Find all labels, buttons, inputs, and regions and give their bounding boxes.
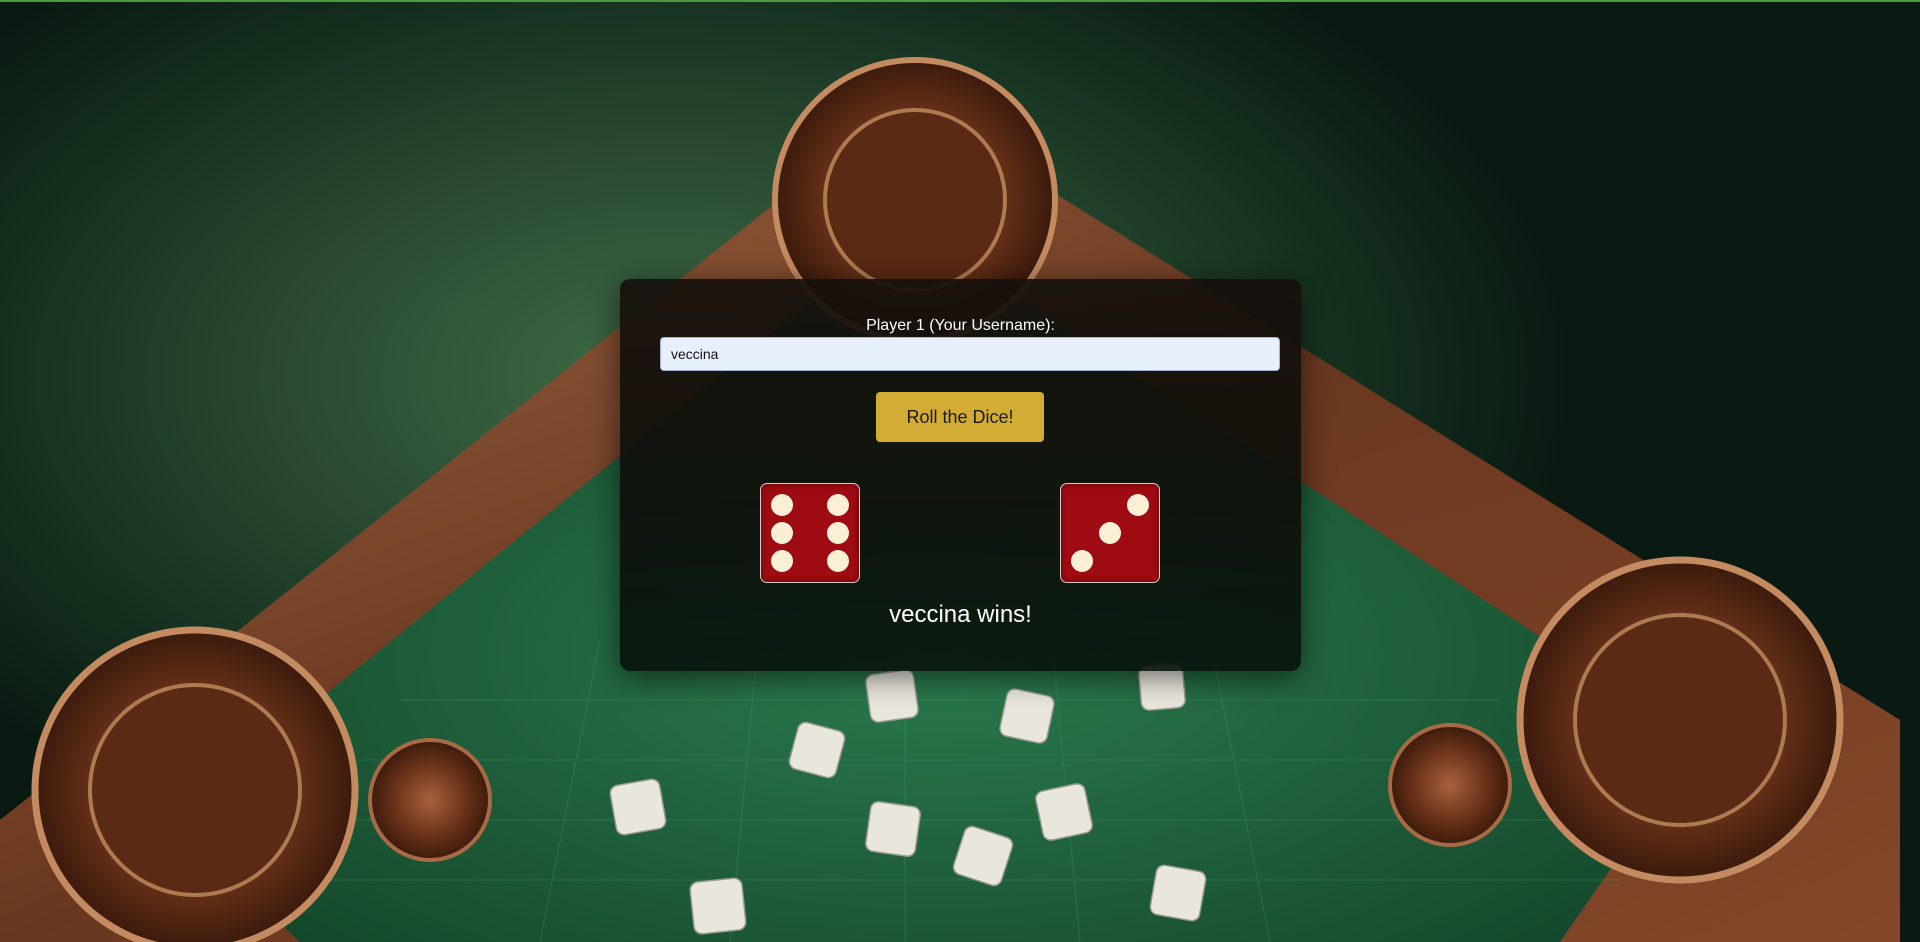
die-pip	[771, 522, 793, 544]
die-2	[1060, 483, 1160, 583]
die-1	[760, 483, 860, 583]
die-pip	[1127, 494, 1149, 516]
die-pip	[827, 522, 849, 544]
player-label: Player 1 (Your Username):	[866, 317, 1055, 334]
username-input[interactable]	[660, 337, 1280, 371]
die-pip	[1099, 522, 1121, 544]
result-message: veccina wins!	[889, 601, 1032, 628]
die-pip	[827, 494, 849, 516]
die-pip	[771, 494, 793, 516]
die-pip	[1071, 550, 1093, 572]
game-panel: Player 1 (Your Username): Roll the Dice!…	[620, 279, 1301, 671]
die-pip	[827, 550, 849, 572]
roll-dice-button[interactable]: Roll the Dice!	[876, 392, 1044, 442]
die-pip	[771, 550, 793, 572]
